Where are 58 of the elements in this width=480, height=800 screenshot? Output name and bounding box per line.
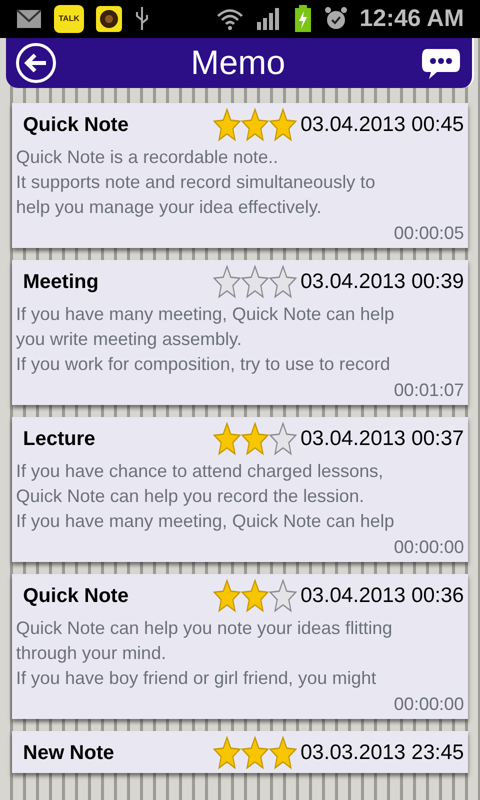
star-icon [212, 736, 240, 770]
star-icon [212, 265, 240, 299]
star-icon [268, 422, 296, 456]
back-button[interactable] [16, 43, 56, 83]
note-duration: 00:00:00 [394, 693, 464, 716]
note-title: New Note [22, 741, 116, 766]
mail-icon [16, 9, 42, 29]
back-arrow-icon [24, 53, 48, 73]
note-card[interactable]: Meeting 03.04.2013 00:39 If you have many meeting, Quick Note can help you write meeting assembly. If you work for composition, try to use to record 00:01:07 [12, 260, 468, 405]
note-duration: 00:00:05 [394, 222, 464, 245]
note-text-line: If you have boy friend or girl friend, you might [16, 667, 378, 690]
note-duration: 00:01:07 [394, 379, 464, 402]
wifi-icon [216, 7, 244, 31]
note-card[interactable]: Quick Note 03.04.2013 00:36 Quick Note can help you note your ideas flitting through your mind. If you have boy friend or girl friend, you might 00:00:00 [12, 574, 468, 719]
note-title: Quick Note [22, 584, 130, 609]
note-text-line: Quick Note is a recordable note.. [16, 146, 280, 169]
star-icon [268, 265, 296, 299]
note-title: Lecture [22, 427, 96, 452]
signal-icon [256, 7, 282, 31]
battery-charging-icon [294, 5, 312, 33]
camera-app-icon [96, 6, 122, 32]
note-text-line: help you manage your idea effectively. [16, 196, 323, 219]
star-icon [212, 422, 240, 456]
note-text-line: Quick Note can help you record the lession. [16, 485, 366, 508]
star-icon [240, 108, 268, 142]
status-time: 12:46 AM [360, 4, 464, 34]
star-icon [240, 736, 268, 770]
note-title: Meeting [22, 270, 100, 295]
note-text-line: through your mind. [16, 642, 168, 665]
note-text-line: Quick Note can help you note your ideas flitting [16, 617, 394, 640]
alarm-clock-icon [324, 6, 348, 32]
star-icon [268, 108, 296, 142]
star-icon [268, 736, 296, 770]
note-text-line: If you have many meeting, Quick Note can help [16, 303, 396, 326]
note-date: 03.03.2013 23:45 [300, 740, 464, 766]
note-card[interactable]: Quick Note 03.04.2013 00:45 Quick Note is a recordable note.. It supports note and record simultaneously to help you manage your idea effectively. 00:00:05 [12, 103, 468, 248]
note-title: Quick Note [22, 113, 130, 138]
header-title: Memo [190, 42, 286, 84]
note-date: 03.04.2013 00:36 [300, 583, 464, 610]
star-icon [240, 422, 268, 456]
note-card[interactable]: New Note 03.03.2013 23:45 [12, 731, 468, 773]
note-date: 03.04.2013 00:45 [300, 112, 464, 138]
star-icon [212, 108, 240, 142]
note-text-line: you write meeting assembly. [16, 328, 243, 351]
star-icon [212, 579, 240, 613]
star-icon [240, 579, 268, 613]
note-card[interactable]: Lecture 03.04.2013 00:37 If you have chance to attend charged lessons, Quick Note can help you record the lession. If you have many meeting, Quick Note can help 00:00:00 [12, 417, 468, 562]
note-text-line: If you have chance to attend charged lessons, [16, 460, 384, 483]
note-duration: 00:00:00 [394, 536, 464, 559]
usb-icon [134, 6, 150, 32]
note-text-line: It supports note and record simultaneously to [16, 171, 376, 194]
star-icon [268, 579, 296, 613]
star-icon [240, 265, 268, 299]
note-date: 03.04.2013 00:39 [300, 269, 464, 296]
note-text-line: If you have many meeting, Quick Note can help [16, 510, 396, 533]
note-date: 03.04.2013 00:37 [300, 426, 464, 452]
note-text-line: If you work for composition, try to use to record [16, 353, 392, 376]
chat-app-icon: TALK [54, 5, 84, 33]
